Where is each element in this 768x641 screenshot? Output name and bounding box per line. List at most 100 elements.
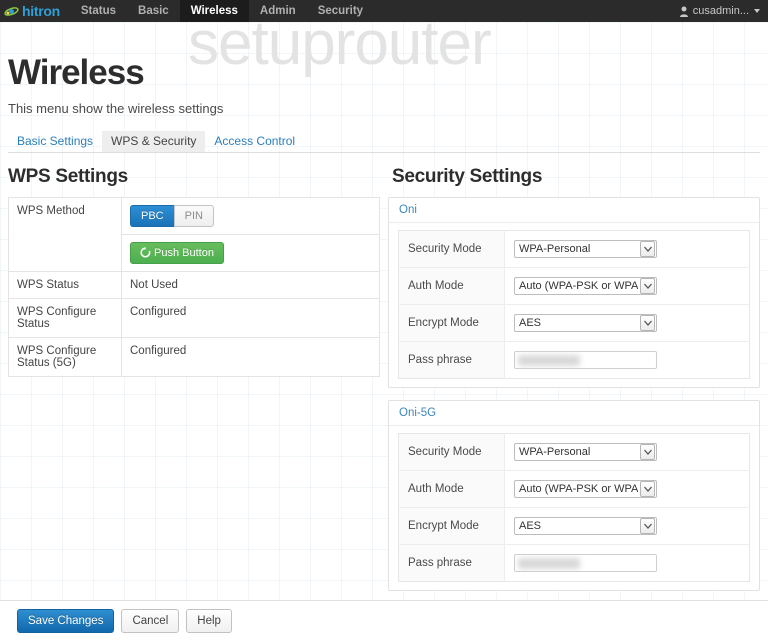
encrypt-mode-select-oni[interactable]: AES [514,313,657,332]
nav-item-admin[interactable]: Admin [249,0,307,22]
brand-logo-area[interactable]: hitron [0,0,70,22]
page-title: Wireless [8,53,145,92]
network-oni-body: Security Mode WPA-Personal Auth Mode Aut… [389,223,759,379]
network-name-oni-5g[interactable]: Oni-5G [389,401,759,426]
auth-mode-cell: Auto (WPA-PSK or WPA2-PSK) [504,470,750,508]
user-icon [679,6,688,17]
security-mode-label: Security Mode [398,433,505,471]
table-row: WPS Method PBC PIN [8,196,380,272]
chevron-down-icon [640,240,655,257]
network-panel-oni: Oni Security Mode WPA-Personal Auth Mode… [388,196,760,388]
table-row: WPS Configure Status (5G) Configured [8,336,380,377]
wps-method-toggle-cell: PBC PIN [121,196,380,235]
pass-phrase-input-oni[interactable] [514,350,657,369]
redacted-value [518,557,580,569]
wps-configure-status-5g-label: WPS Configure Status (5G) [8,336,122,377]
security-table-oni: Security Mode WPA-Personal Auth Mode Aut… [398,229,750,379]
tab-access-control[interactable]: Access Control [205,131,304,152]
auth-mode-cell: Auto (WPA-PSK or WPA2-PSK) [504,267,750,305]
table-row: Auth Mode Auto (WPA-PSK or WPA2-PSK) [398,470,750,508]
auth-mode-label: Auth Mode [398,470,505,508]
tab-basic-settings[interactable]: Basic Settings [8,131,102,152]
push-button-cell: Push Button [121,233,380,272]
table-row: Auth Mode Auto (WPA-PSK or WPA2-PSK) [398,267,750,305]
cancel-button[interactable]: Cancel [121,608,180,634]
chevron-down-icon [754,9,760,13]
tab-wps-and-security[interactable]: WPS & Security [102,130,206,152]
wps-settings-table: WPS Method PBC PIN Push Button WPS Statu… [8,196,380,377]
help-button[interactable]: Help [186,608,232,634]
pass-phrase-label: Pass phrase [398,544,505,582]
nav-item-basic[interactable]: Basic [127,0,180,22]
encrypt-mode-cell: AES [504,507,750,545]
wps-method-pin-button[interactable]: PIN [173,204,214,227]
top-navigation-bar: hitron Status Basic Wireless Admin Secur… [0,0,768,22]
refresh-icon [140,247,151,258]
chevron-down-icon [640,517,655,534]
encrypt-mode-label: Encrypt Mode [398,507,505,545]
atom-orbit-logo-icon [4,6,19,16]
user-menu[interactable]: cusadmin... [672,0,768,22]
wps-settings-column: WPS Settings WPS Method PBC PIN Push But… [8,166,388,603]
push-button[interactable]: Push Button [130,241,224,264]
security-mode-select-oni[interactable]: WPA-Personal [514,239,657,258]
pass-phrase-input-oni-5g[interactable] [514,553,657,572]
wps-configure-status-label: WPS Configure Status [8,297,122,338]
nav-item-status[interactable]: Status [70,0,127,22]
wps-method-label: WPS Method [8,196,122,272]
action-bar: Save Changes Cancel Help [0,600,768,641]
nav-item-security[interactable]: Security [307,0,374,22]
security-table-oni-5g: Security Mode WPA-Personal Auth Mode Aut… [398,432,750,582]
security-settings-column: Security Settings Oni Security Mode WPA-… [388,166,760,603]
pass-phrase-label: Pass phrase [398,341,505,379]
save-changes-button[interactable]: Save Changes [17,608,115,634]
table-row: Encrypt Mode AES [398,507,750,545]
table-row: Security Mode WPA-Personal [398,433,750,471]
tab-bar: Basic Settings WPS & Security Access Con… [8,130,760,153]
pass-phrase-cell [504,544,750,582]
push-button-label: Push Button [154,246,214,259]
encrypt-mode-select-oni-5g[interactable]: AES [514,516,657,535]
table-row: Security Mode WPA-Personal [398,230,750,268]
user-menu-label: cusadmin... [692,5,749,17]
page-subtitle: This menu show the wireless settings [8,100,224,116]
security-mode-select-oni-5g[interactable]: WPA-Personal [514,442,657,461]
table-row: WPS Configure Status Configured [8,297,380,338]
network-panel-oni-5g: Oni-5G Security Mode WPA-Personal Auth M… [388,399,760,591]
wps-settings-title: WPS Settings [8,165,128,187]
table-row: Pass phrase [398,544,750,582]
wps-method-toggle-group: PBC PIN [130,204,214,227]
network-name-oni[interactable]: Oni [389,198,759,223]
wps-configure-status-value: Configured [121,297,380,338]
nav-item-wireless[interactable]: Wireless [179,0,249,22]
wps-method-pbc-button[interactable]: PBC [130,204,174,227]
auth-mode-value-oni: Auto (WPA-PSK or WPA2-PSK) [519,279,638,292]
auth-mode-label: Auth Mode [398,267,505,305]
chevron-down-icon [640,277,655,294]
security-settings-title: Security Settings [392,165,543,187]
wps-status-label: WPS Status [8,270,122,299]
wps-configure-status-5g-value: Configured [121,336,380,377]
encrypt-mode-value-oni-5g: AES [519,519,542,532]
security-mode-label: Security Mode [398,230,505,268]
auth-mode-select-oni[interactable]: Auto (WPA-PSK or WPA2-PSK) [514,276,657,295]
security-mode-cell: WPA-Personal [504,433,750,471]
chevron-down-icon [640,443,655,460]
wps-status-value: Not Used [121,270,380,299]
network-oni-5g-body: Security Mode WPA-Personal Auth Mode Aut… [389,426,759,582]
table-row: WPS Status Not Used [8,270,380,299]
security-mode-value-oni-5g: WPA-Personal [519,445,591,458]
table-row: Pass phrase [398,341,750,379]
chevron-down-icon [640,314,655,331]
encrypt-mode-value-oni: AES [519,316,542,329]
auth-mode-value-oni-5g: Auto (WPA-PSK or WPA2-PSK) [519,482,638,495]
brand-name: hitron [22,3,60,19]
table-row: Encrypt Mode AES [398,304,750,342]
auth-mode-select-oni-5g[interactable]: Auto (WPA-PSK or WPA2-PSK) [514,479,657,498]
pass-phrase-cell [504,341,750,379]
two-column-layout: WPS Settings WPS Method PBC PIN Push But… [8,166,760,603]
chevron-down-icon [640,480,655,497]
page-content: Wireless This menu show the wireless set… [0,22,768,603]
encrypt-mode-label: Encrypt Mode [398,304,505,342]
encrypt-mode-cell: AES [504,304,750,342]
